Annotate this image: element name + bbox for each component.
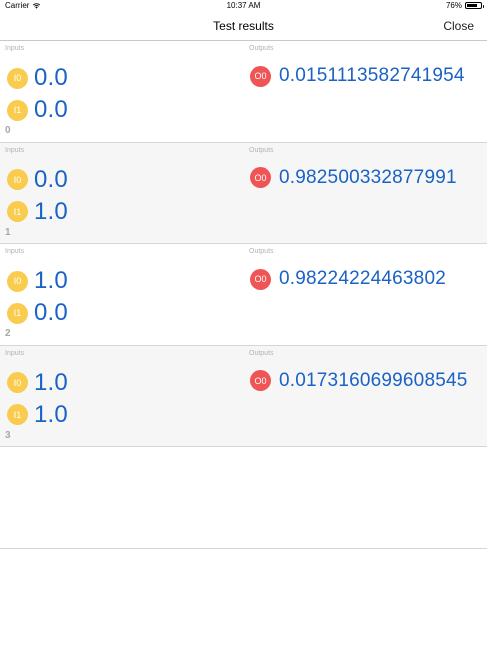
input-0-line: I0 0.0 [7, 166, 68, 194]
results-list: Inputs Outputs I0 0.0 I1 0.0 O0 0.015111… [0, 41, 487, 549]
input-0-badge: I0 [7, 270, 28, 292]
input-1-value: 0.0 [34, 299, 68, 326]
output-0-line: O0 0.98224224463802 [250, 268, 446, 290]
status-time: 10:37 AM [226, 1, 261, 10]
result-row: Inputs Outputs I0 0.0 I1 0.0 O0 0.015111… [0, 41, 487, 143]
input-1-line: I1 1.0 [7, 401, 68, 429]
output-0-badge: O0 [250, 167, 271, 188]
input-0-badge: I0 [7, 372, 28, 393]
outputs-label: Outputs [249, 146, 274, 154]
empty-row [0, 447, 487, 549]
row-index: 1 [5, 226, 11, 238]
input-0-value: 0.0 [34, 64, 68, 91]
status-bar: Carrier 10:37 AM 76% [0, 0, 487, 12]
output-0-badge: O0 [250, 370, 271, 391]
row-index: 2 [5, 328, 11, 339]
output-0-line: O0 0.0151113582741954 [250, 65, 465, 87]
input-1-value: 1.0 [34, 400, 68, 428]
row-index: 0 [5, 125, 11, 136]
inputs-label: Inputs [5, 45, 25, 52]
input-1-badge: I1 [7, 404, 28, 425]
inputs-label: Inputs [5, 146, 25, 154]
battery-indicator: 76% [445, 1, 484, 10]
battery-fill [467, 4, 477, 7]
input-0-value: 0.0 [34, 165, 68, 193]
input-0-value: 1.0 [34, 267, 68, 294]
outputs-label: Outputs [249, 248, 274, 255]
navigation-bar: Test results Close [0, 12, 487, 41]
output-0-badge: O0 [250, 65, 271, 87]
input-1-value: 1.0 [34, 197, 68, 225]
input-1-badge: I1 [7, 99, 28, 121]
inputs-label: Inputs [5, 349, 25, 357]
input-0-line: I0 1.0 [7, 369, 68, 397]
outputs-label: Outputs [249, 349, 274, 357]
battery-icon [465, 2, 484, 9]
input-0-badge: I0 [7, 67, 28, 89]
input-0-line: I0 1.0 [7, 267, 68, 295]
input-1-line: I1 0.0 [7, 96, 68, 124]
output-0-badge: O0 [250, 268, 271, 290]
result-row: Inputs Outputs I0 0.0 I1 1.0 O0 0.982500… [0, 142, 487, 244]
output-0-value: 0.0173160699608545 [279, 369, 468, 391]
inputs-label: Inputs [5, 248, 25, 255]
output-0-value: 0.982500332877991 [279, 166, 457, 188]
outputs-label: Outputs [249, 45, 274, 52]
close-button[interactable]: Close [443, 19, 474, 33]
input-1-line: I1 0.0 [7, 299, 68, 327]
input-1-badge: I1 [7, 201, 28, 222]
input-0-line: I0 0.0 [7, 64, 68, 92]
output-0-value: 0.98224224463802 [279, 268, 446, 289]
battery-percent: 76% [445, 1, 462, 10]
input-1-line: I1 1.0 [7, 198, 68, 226]
row-index: 3 [5, 429, 11, 441]
result-row: Inputs Outputs I0 1.0 I1 0.0 O0 0.982242… [0, 244, 487, 346]
input-1-badge: I1 [7, 302, 28, 324]
input-0-badge: I0 [7, 169, 28, 190]
input-0-value: 1.0 [34, 368, 68, 396]
output-0-line: O0 0.0173160699608545 [250, 370, 468, 392]
result-row: Inputs Outputs I0 1.0 I1 1.0 O0 0.017316… [0, 345, 487, 447]
output-0-line: O0 0.982500332877991 [250, 167, 457, 189]
output-0-value: 0.0151113582741954 [279, 65, 465, 86]
input-1-value: 0.0 [34, 96, 68, 123]
page-title: Test results [213, 19, 274, 33]
